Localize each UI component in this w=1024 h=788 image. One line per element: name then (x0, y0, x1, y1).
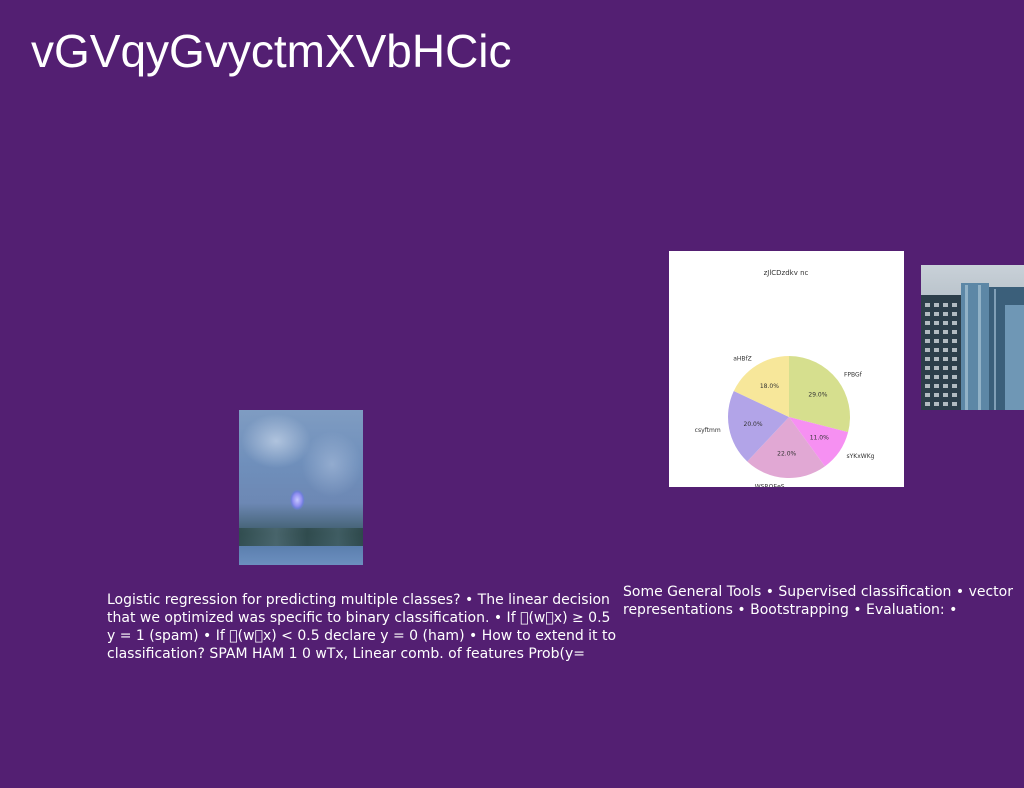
pie-slices (728, 356, 850, 478)
pie-chart-card: zJlCDzdkv nc 29.0% FPBGf 11.0% sYKxWKg 22.0%… (669, 251, 904, 487)
slice-category-label: csyftmm (695, 427, 721, 434)
slice-pct-label: 11.0% (810, 435, 829, 442)
slice-category-label: WSRQEeS (755, 483, 785, 487)
skyscrapers-illustration (921, 283, 1024, 410)
pie-chart: zJlCDzdkv nc 29.0% FPBGf 11.0% sYKxWKg 22.0%… (695, 269, 875, 487)
text-right: Some General Tools • Supervised classifi… (623, 584, 1013, 618)
slice-category-label: aHBfZ (733, 355, 752, 362)
slice-pct-label: 18.0% (760, 383, 779, 390)
chart-title: zJlCDzdkv nc (764, 269, 809, 277)
ice-shelf-photo (239, 410, 363, 565)
photo-sea (239, 546, 363, 565)
slice-category-label: FPBGf (844, 371, 863, 378)
photo-shoreline (239, 528, 363, 546)
skyscrapers-photo (921, 265, 1024, 410)
slide-title: vGVqyGvyctmXVbHCic (31, 25, 512, 77)
slice-pct-label: 29.0% (808, 392, 827, 399)
slice-category-label: sYKxWKg (847, 453, 875, 460)
slice-pct-label: 20.0% (744, 421, 763, 428)
slice-pct-label: 22.0% (777, 451, 796, 458)
text-left: Logistic regression for predicting multi… (107, 592, 617, 662)
